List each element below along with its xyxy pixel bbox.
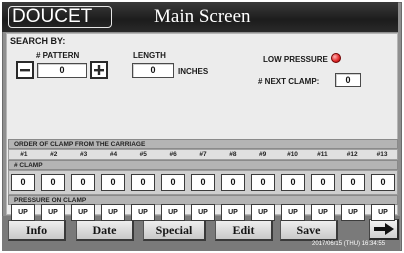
column-header: #2 [50, 151, 58, 158]
clamp-number-field[interactable]: 0 [161, 174, 185, 191]
column-header: #9 [259, 151, 267, 158]
length-field[interactable]: 0 [132, 63, 174, 78]
clamp-pressure-field[interactable]: UP [311, 204, 335, 221]
minus-icon [20, 69, 30, 72]
edit-button[interactable]: Edit [215, 220, 273, 241]
clamp-number-field[interactable]: 0 [371, 174, 395, 191]
clamp-pressure-field[interactable]: UP [41, 204, 65, 221]
next-clamp-label: # NEXT CLAMP: [258, 77, 320, 86]
clamp-header: # CLAMP [8, 160, 398, 170]
save-button[interactable]: Save [280, 220, 338, 241]
pattern-label: # PATTERN [36, 51, 80, 60]
clamp-number-field[interactable]: 0 [41, 174, 65, 191]
title-bar: DOUCET Main Screen [2, 2, 398, 32]
date-button[interactable]: Date [76, 220, 134, 241]
clamp-pressure-field[interactable]: UP [161, 204, 185, 221]
order-header: ORDER OF CLAMP FROM THE CARRIAGE [8, 139, 398, 149]
clamp-number-field[interactable]: 0 [341, 174, 365, 191]
column-header: #10 [287, 151, 298, 158]
next-clamp-field[interactable]: 0 [335, 73, 361, 87]
info-button[interactable]: Info [8, 220, 66, 241]
plus-icon [94, 65, 104, 75]
column-header-row: #1 #2 #3 #4 #5 #6 #7 #8 #9 #10 #11 #12 #… [8, 149, 398, 160]
search-by-label: SEARCH BY: [10, 36, 66, 46]
clamp-pressure-field[interactable]: UP [131, 204, 155, 221]
clamp-number-field[interactable]: 0 [71, 174, 95, 191]
clamp-pressure-field[interactable]: UP [11, 204, 35, 221]
clamp-number-field[interactable]: 0 [221, 174, 245, 191]
arrow-right-icon [373, 223, 394, 235]
clamp-number-field[interactable]: 0 [11, 174, 35, 191]
timestamp: 2017/06/15 (THU) 16:34:55 [312, 241, 386, 247]
clamp-number-field[interactable]: 0 [281, 174, 305, 191]
clamp-number-field[interactable]: 0 [101, 174, 125, 191]
pattern-field[interactable]: 0 [37, 63, 87, 78]
column-header: #11 [317, 151, 328, 158]
clamp-number-field[interactable]: 0 [131, 174, 155, 191]
clamp-pressure-field[interactable]: UP [191, 204, 215, 221]
column-header: #8 [229, 151, 237, 158]
screen-title: Main Screen [154, 6, 251, 27]
clamp-pressure-field[interactable]: UP [221, 204, 245, 221]
special-button[interactable]: Special [143, 220, 206, 241]
brand-logo: DOUCET [8, 6, 112, 28]
length-label: LENGTH [133, 51, 166, 60]
clamp-pressure-field[interactable]: UP [251, 204, 275, 221]
clamp-pressure-field[interactable]: UP [101, 204, 125, 221]
clamp-pressure-field[interactable]: UP [71, 204, 95, 221]
column-header: #3 [79, 151, 88, 158]
clamp-number-field[interactable]: 0 [191, 174, 215, 191]
column-header: #1 [20, 151, 28, 158]
length-unit-label: INCHES [178, 67, 209, 76]
clamp-number-field[interactable]: 0 [311, 174, 335, 191]
column-header: #4 [109, 151, 118, 158]
column-header: #6 [169, 151, 177, 158]
low-pressure-indicator [331, 53, 341, 63]
clamp-pressure-field[interactable]: UP [281, 204, 305, 221]
clamp-pressure-field[interactable]: UP [341, 204, 365, 221]
pattern-decrement-button[interactable] [16, 61, 34, 79]
column-header: #13 [376, 151, 388, 158]
column-header: #5 [139, 151, 147, 158]
column-header: #7 [199, 151, 207, 158]
next-screen-button[interactable] [369, 219, 399, 240]
column-header: #12 [346, 151, 358, 158]
pattern-increment-button[interactable] [90, 61, 108, 79]
low-pressure-label: LOW PRESSURE [263, 55, 328, 64]
clamp-number-field[interactable]: 0 [251, 174, 275, 191]
clamp-pressure-field[interactable]: UP [371, 204, 395, 221]
